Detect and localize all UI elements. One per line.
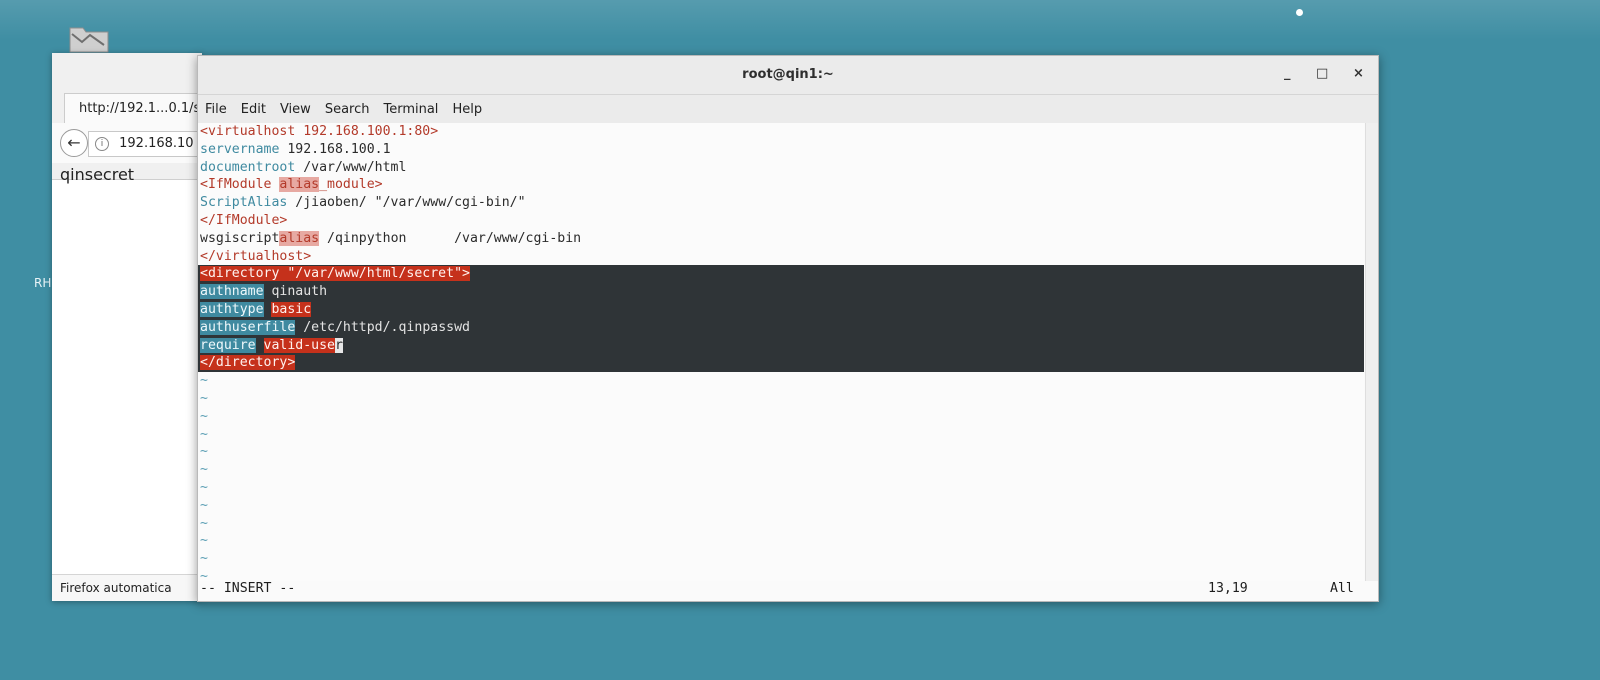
code-token: </directory> — [200, 355, 296, 371]
address-text: 192.168.10 — [119, 136, 194, 151]
code-token: /etc/httpd/.qinpasswd — [295, 319, 470, 335]
code-token: alias — [279, 177, 320, 193]
editor-line[interactable]: authname qinauth — [198, 283, 1364, 301]
empty-line-marker: ~ — [200, 533, 208, 549]
code-token: authuserfile — [200, 319, 296, 335]
desktop: RH http://192.1...0.1/s ← i 192.168.10 q… — [0, 0, 1600, 680]
empty-line-marker: ~ — [200, 408, 208, 424]
close-icon[interactable]: × — [1353, 66, 1364, 81]
scroll-position: All — [1330, 581, 1354, 596]
editor-line[interactable]: documentroot /var/www/html — [198, 159, 1364, 177]
code-token: <directory "/var/www/html/secret"> — [200, 266, 470, 282]
menu-file[interactable]: File — [198, 102, 234, 117]
code-token: require — [200, 337, 256, 353]
empty-line-marker: ~ — [200, 551, 208, 567]
editor-line[interactable]: require valid-user — [198, 336, 1364, 355]
terminal-window: root@qin1:~ _ □ × File Edit View Search … — [197, 55, 1379, 602]
editor-line[interactable]: authtype basic — [198, 300, 1364, 319]
back-icon[interactable]: ← — [60, 129, 88, 157]
editor-line[interactable]: <directory "/var/www/html/secret"> — [198, 265, 1364, 284]
code-token: servername — [200, 141, 280, 157]
editor-line[interactable]: ScriptAlias /jiaoben/ "/var/www/cgi-bin/… — [198, 194, 1364, 212]
empty-line-marker: ~ — [200, 444, 208, 460]
empty-line-marker: ~ — [200, 390, 208, 406]
vim-editor[interactable]: <virtualhost 192.168.100.1:80> servername… — [198, 123, 1364, 581]
code-token: /var/www/html — [295, 159, 407, 175]
folder-icon[interactable] — [68, 22, 110, 54]
code-token: </IfModule> — [200, 212, 288, 228]
code-token: </virtualhost> — [200, 248, 312, 264]
address-bar[interactable]: i 192.168.10 — [88, 131, 202, 157]
empty-line-marker: ~ — [200, 497, 208, 513]
page-content: qinsecret — [60, 165, 135, 184]
menu-edit[interactable]: Edit — [234, 102, 273, 117]
cursor-position: 13,19 — [1208, 581, 1248, 596]
code-token: <IfModule — [200, 177, 280, 193]
window-title: root@qin1:~ — [742, 67, 834, 82]
menu-view[interactable]: View — [273, 102, 318, 117]
vim-status-line: -- INSERT -- 13,19 All — [200, 579, 1360, 599]
empty-line-marker: ~ — [200, 373, 208, 389]
title-bar[interactable]: root@qin1:~ _ □ × — [198, 56, 1378, 95]
empty-line-marker: ~ — [200, 462, 208, 478]
navigation-bar: ← i 192.168.10 — [52, 123, 202, 163]
code-token: alias — [279, 230, 320, 246]
editor-line[interactable]: authuserfile /etc/httpd/.qinpasswd — [198, 318, 1364, 337]
code-token: valid-use — [263, 337, 335, 353]
firefox-status-bar: Firefox automatica — [52, 574, 202, 601]
editor-line[interactable]: <virtualhost 192.168.100.1:80> — [198, 123, 1364, 141]
code-token: wsgiscript — [200, 230, 280, 246]
menu-search[interactable]: Search — [318, 102, 377, 117]
empty-line-marker: ~ — [200, 515, 208, 531]
code-token: /qinpython /var/www/cgi-bin — [319, 230, 582, 246]
code-token: 192.168.100.1 — [279, 141, 391, 157]
maximize-icon[interactable]: □ — [1316, 66, 1328, 81]
empty-line-marker: ~ — [200, 479, 208, 495]
menu-bar: File Edit View Search Terminal Help — [198, 95, 1378, 123]
code-token: basic — [271, 301, 312, 317]
code-token: <virtualhost 192.168.100.1:80> — [200, 124, 439, 139]
code-token: authtype — [200, 301, 264, 317]
code-token: /jiaoben/ "/var/www/cgi-bin/" — [287, 195, 526, 211]
firefox-toolbar: http://192.1...0.1/s ← i 192.168.10 — [52, 53, 202, 180]
editor-line[interactable]: </IfModule> — [198, 212, 1364, 230]
desktop-dot — [1296, 9, 1303, 16]
code-token: ScriptAlias — [200, 195, 288, 211]
firefox-window: http://192.1...0.1/s ← i 192.168.10 qins… — [52, 53, 202, 601]
editor-line[interactable]: wsgiscriptalias /qinpython /var/www/cgi-… — [198, 230, 1364, 248]
code-token: authname — [200, 284, 264, 300]
desktop-label: RH — [34, 276, 52, 290]
scrollbar[interactable] — [1365, 123, 1378, 581]
editor-mode: -- INSERT -- — [200, 581, 296, 596]
editor-line[interactable]: servername 192.168.100.1 — [198, 141, 1364, 159]
menu-terminal[interactable]: Terminal — [376, 102, 445, 117]
menu-help[interactable]: Help — [445, 102, 489, 117]
browser-tab[interactable]: http://192.1...0.1/s — [64, 93, 202, 124]
code-token: qinauth — [263, 284, 328, 300]
editor-line[interactable]: </directory> — [198, 354, 1364, 373]
minimize-icon[interactable]: _ — [1284, 66, 1291, 81]
editor-line[interactable]: <IfModule alias_module> — [198, 176, 1364, 194]
code-token: r — [335, 337, 343, 353]
code-token: _module> — [319, 177, 383, 193]
editor-line[interactable]: </virtualhost> — [198, 248, 1364, 266]
info-icon[interactable]: i — [95, 136, 109, 151]
empty-line-marker: ~ — [200, 426, 208, 442]
code-token: documentroot — [200, 159, 296, 175]
